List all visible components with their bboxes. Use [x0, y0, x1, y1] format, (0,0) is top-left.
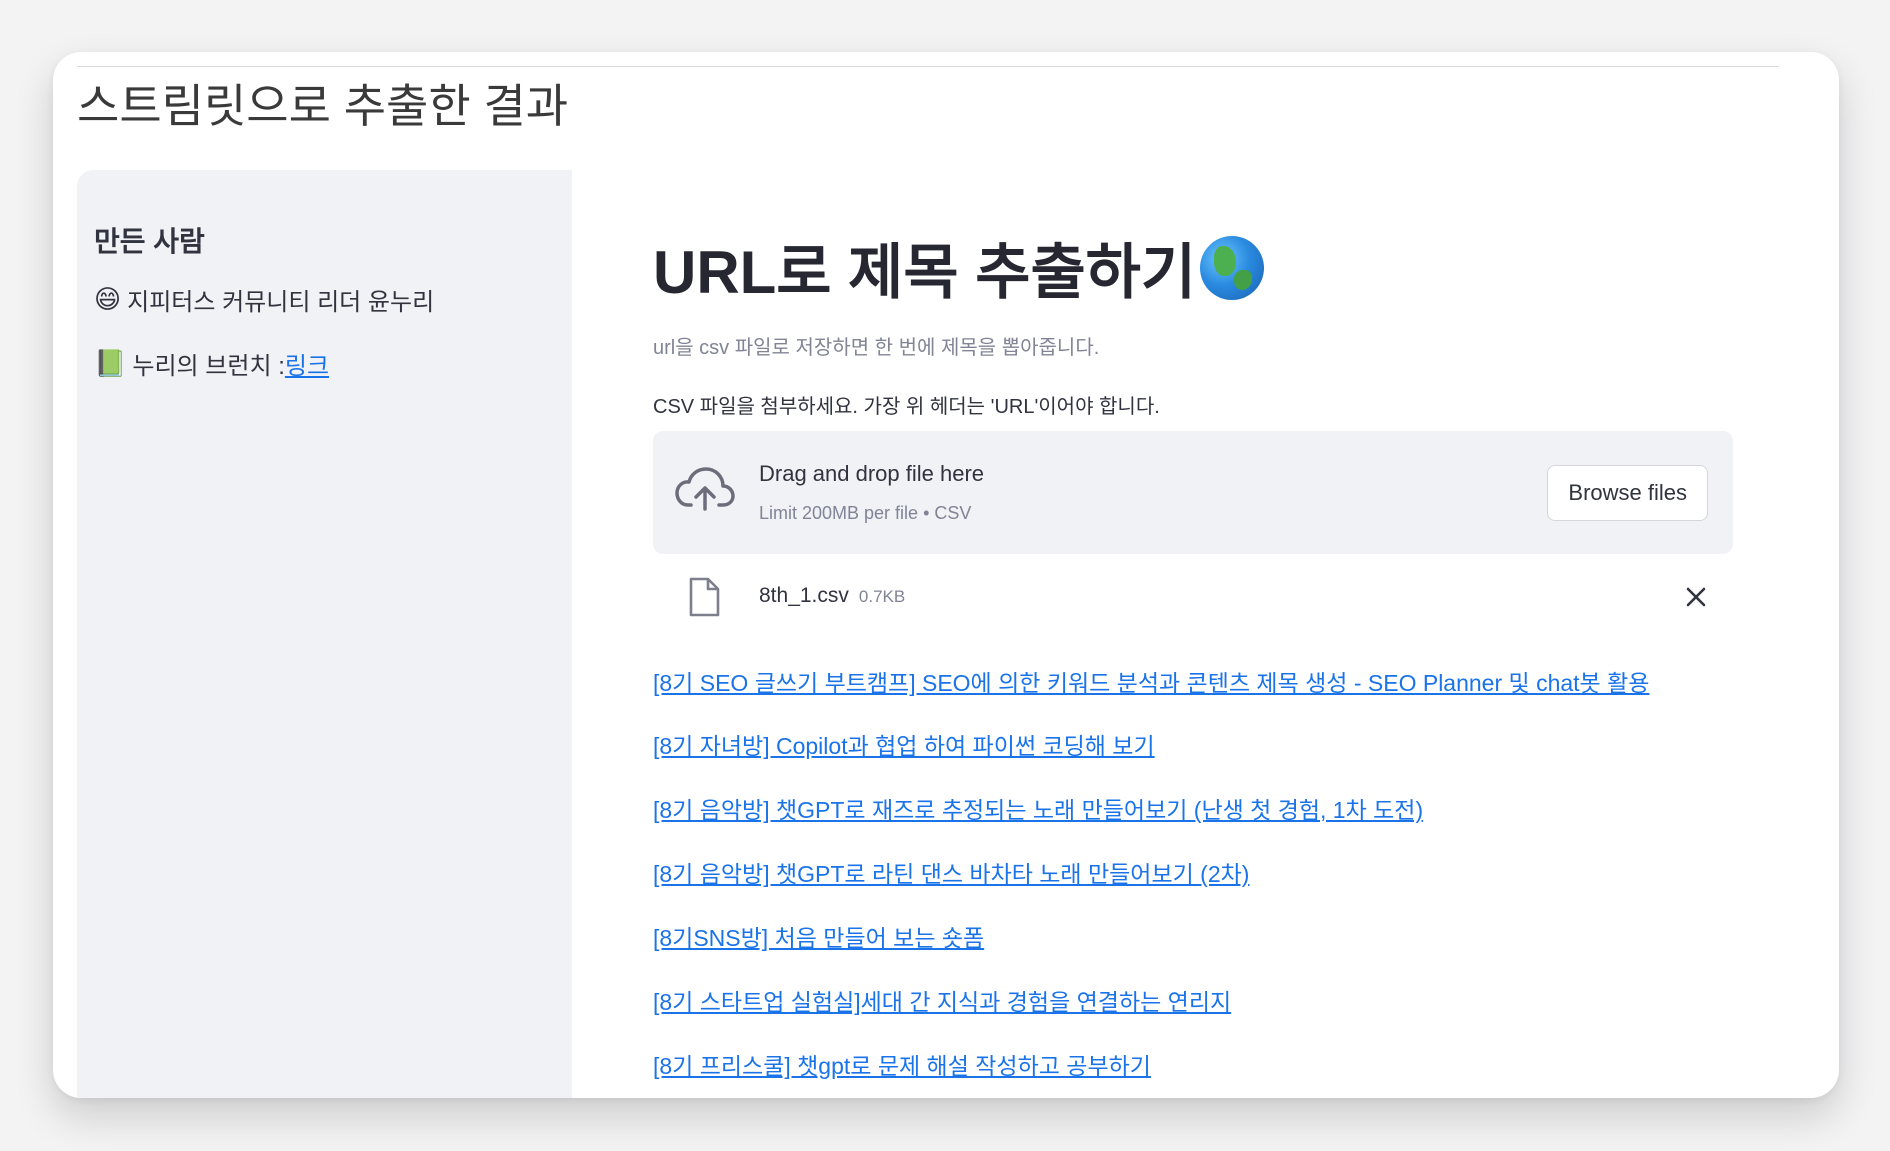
result-link[interactable]: [8기SNS방] 처음 만들어 보는 숏폼	[653, 919, 984, 953]
browse-files-button[interactable]: Browse files	[1547, 465, 1708, 521]
result-link[interactable]: [8기 음악방] 챗GPT로 재즈로 추정되는 노래 만들어보기 (난생 첫 경…	[653, 791, 1423, 825]
page-subtitle: url을 csv 파일로 저장하면 한 번에 제목을 뽑아줍니다.	[653, 337, 1100, 359]
close-icon[interactable]	[1683, 584, 1709, 610]
dropzone-instructions: Drag and drop file here	[759, 461, 985, 486]
sidebar-author: 😄 지피터스 커뮤니티 리더 윤누리	[94, 282, 434, 317]
result-link[interactable]: [8기 스타트업 실험실]세대 간 지식과 경험을 연결하는 연리지	[653, 983, 1231, 1017]
result-link[interactable]: [8기 프리스쿨] 챗gpt로 문제 해설 작성하고 공부하기	[653, 1047, 1151, 1081]
window-title: 스트림릿으로 추출한 결과	[77, 80, 569, 132]
branch-text: 누리의 브런치 :	[132, 353, 285, 380]
result-link[interactable]: [8기 음악방] 챗GPT로 라틴 댄스 바차타 노래 만들어보기 (2차)	[653, 855, 1249, 889]
result-link[interactable]: [8기 SEO 글쓰기 부트캠프] SEO에 의한 키워드 분석과 콘텐츠 제목…	[653, 664, 1649, 698]
author-text: 지피터스 커뮤니티 리더 윤누리	[127, 289, 435, 316]
uploader-label: CSV 파일을 첨부하세요. 가장 위 헤더는 'URL'이어야 합니다.	[653, 396, 1160, 418]
page-title-text: URL로 제목 추출하기	[653, 239, 1197, 306]
sidebar-heading: 만든 사람	[94, 226, 205, 257]
globe-icon	[1200, 235, 1265, 300]
file-icon	[689, 577, 720, 617]
file-name: 8th_1.csv	[759, 584, 849, 607]
main-content: URL로 제목 추출하기 url을 csv 파일로 저장하면 한 번에 제목을 …	[653, 52, 1839, 1098]
grinning-face-icon: 😄	[94, 284, 122, 314]
app-window: 스트림릿으로 추출한 결과 만든 사람 😄 지피터스 커뮤니티 리더 윤누리 📗…	[53, 52, 1839, 1098]
uploaded-file: 8th_1.csv 0.7KB	[653, 572, 1733, 624]
file-size: 0.7KB	[858, 587, 906, 606]
sidebar-branch: 📗 누리의 브런치 : 링크	[94, 346, 329, 381]
file-name-line: 8th_1.csv 0.7KB	[759, 584, 905, 608]
cloud-upload-icon	[675, 467, 735, 511]
sidebar: 만든 사람 😄 지피터스 커뮤니티 리더 윤누리 📗 누리의 브런치 : 링크	[77, 170, 572, 1098]
green-book-icon: 📗	[94, 348, 127, 378]
result-link[interactable]: [8기 자녀방] Copilot과 협업 하여 파이썬 코딩해 보기	[653, 727, 1155, 761]
branch-link[interactable]: 링크	[285, 346, 329, 381]
dropzone-limit: Limit 200MB per file • CSV	[759, 503, 972, 523]
page-title: URL로 제목 추출하기	[653, 224, 1265, 311]
file-dropzone[interactable]: Drag and drop file here Limit 200MB per …	[653, 431, 1733, 554]
